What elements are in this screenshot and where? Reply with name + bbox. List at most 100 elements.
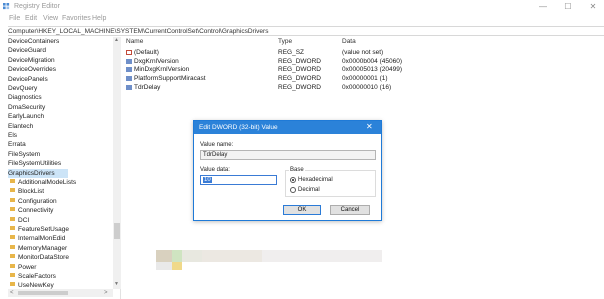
menu-favorites[interactable]: Favorites (62, 15, 91, 22)
menu-help[interactable]: Help (92, 15, 106, 22)
cancel-button[interactable]: Cancel (330, 205, 370, 215)
tree-item-label: ScaleFactors (18, 273, 56, 280)
close-button[interactable]: ✕ (582, 1, 604, 13)
value-data-label: Value data: (200, 167, 230, 173)
binary-value-icon (126, 58, 132, 64)
scroll-up-icon[interactable]: ▲ (114, 37, 119, 43)
dialog-title: Edit DWORD (32-bit) Value (199, 124, 278, 131)
tree-item-label: Configuration (18, 197, 57, 205)
folder-icon (10, 263, 15, 268)
tree-item[interactable]: MemoryManager (8, 244, 112, 253)
value-type: REG_DWORD (278, 75, 321, 83)
tree-item-label: DCI (18, 216, 30, 224)
blur-block (202, 250, 262, 262)
tree-item[interactable]: MonitorDataStore (8, 253, 112, 262)
folder-icon (10, 179, 15, 183)
menu-bar: File Edit View Favorites Help (0, 15, 604, 25)
column-header-name[interactable]: Name (126, 38, 143, 45)
blurred-region (156, 250, 604, 270)
blur-block (172, 250, 182, 262)
decimal-label[interactable]: Decimal (298, 187, 320, 193)
value-name-field: TdrDelay (200, 150, 376, 160)
tree-item[interactable]: Elantech (8, 122, 112, 131)
tree-item[interactable]: Errata (8, 140, 112, 149)
tree-item-label: DmaSecurity (8, 103, 46, 111)
scroll-left-icon[interactable]: < (10, 289, 14, 297)
tree-item-label: Errata (8, 141, 26, 149)
tree-item[interactable]: GraphicsDrivers (8, 168, 68, 178)
tree-item-label: DevQuery (8, 85, 38, 92)
value-data: 0x00000001 (1) (342, 75, 388, 83)
horizontal-scroll-thumb[interactable] (18, 291, 68, 295)
maximize-button[interactable]: ☐ (557, 1, 579, 13)
tree-item-label: DeviceContainers (8, 38, 60, 45)
value-row[interactable]: MinDxgKrnlVersion REG_DWORD 0x00005013 (20… (122, 65, 422, 74)
tree-horizontal-scrollbar[interactable]: < > (8, 289, 113, 297)
folder-icon (10, 197, 15, 202)
ok-button[interactable]: OK (283, 205, 321, 215)
scroll-thumb[interactable] (114, 223, 120, 239)
tree-item-label: MemoryManager (18, 244, 68, 252)
tree-item-label: DeviceOverrides (8, 66, 57, 74)
value-row[interactable]: TdrDelay REG_DWORD 0x00000010 (16) (122, 83, 422, 92)
tree-item[interactable]: DevQuery (8, 84, 112, 93)
tree-item-label: DevicePanels (8, 75, 48, 83)
value-data: (value not set) (342, 49, 384, 56)
tree-item[interactable]: FileSystem (8, 150, 112, 159)
value-row[interactable]: (Default) REG_SZ (value not set) (122, 48, 422, 57)
menu-edit[interactable]: Edit (25, 15, 37, 22)
tree-item[interactable]: DeviceOverrides (8, 65, 112, 74)
tree-item[interactable]: FileSystemUtilities (8, 159, 112, 168)
value-row[interactable]: DxgKrnlVersion REG_DWORD 0x0000b004 (45060… (122, 57, 422, 66)
tree-item[interactable]: Diagnostics (8, 93, 112, 102)
tree-item[interactable]: Els (8, 131, 112, 140)
column-header-data[interactable]: Data (342, 38, 356, 45)
tree-vertical-scrollbar[interactable]: ▲ ▼ (113, 37, 121, 289)
tree-item[interactable]: DeviceContainers (8, 37, 112, 46)
tree-item[interactable]: Configuration (8, 197, 112, 206)
tree-item[interactable]: AdditionalModeLists (8, 178, 112, 187)
value-data: 0x0000b004 (45060) (342, 57, 402, 65)
binary-value-icon (126, 84, 132, 90)
value-type: REG_DWORD (278, 66, 321, 74)
tree-item[interactable]: Connectivity (8, 206, 112, 215)
tree-item[interactable]: EarlyLaunch (8, 112, 112, 121)
binary-value-icon (126, 76, 132, 82)
folder-icon (10, 226, 15, 230)
hexadecimal-radio[interactable] (290, 177, 296, 183)
tree-item[interactable]: DevicePanels (8, 75, 112, 84)
tree-item-label: FileSystemUtilities (8, 160, 62, 168)
folder-icon (10, 282, 15, 287)
value-data-text: 10 (203, 177, 212, 183)
blur-block (182, 250, 202, 262)
value-data-field[interactable]: 10 (200, 175, 277, 185)
value-row[interactable]: PlatformSupportMiracast REG_DWORD 0x000000… (122, 74, 422, 83)
scroll-down-icon[interactable]: ▼ (114, 281, 119, 287)
tree-item[interactable]: DCI (8, 216, 112, 225)
value-data: 0x00000010 (16) (342, 83, 392, 91)
tree-item[interactable]: DeviceGuard (8, 46, 112, 55)
value-name: DxgKrnlVersion (134, 57, 179, 65)
tree-item[interactable]: BlockList (8, 187, 112, 196)
hexadecimal-label[interactable]: Hexadecimal (298, 177, 333, 183)
menu-view[interactable]: View (43, 15, 58, 22)
dialog-close-icon[interactable]: ✕ (366, 122, 373, 131)
minimize-button[interactable]: — (532, 1, 554, 13)
folder-icon (10, 235, 15, 240)
tree-item[interactable]: DmaSecurity (8, 103, 112, 112)
tree-item[interactable]: InternalMonEdid (8, 234, 112, 243)
tree-item[interactable]: ScaleFactors (8, 272, 112, 281)
tree-item-label: AdditionalModeLists (18, 179, 77, 186)
tree-item[interactable]: Power (8, 263, 112, 272)
tree-item-label: InternalMonEdid (18, 235, 66, 243)
tree-item[interactable]: FeatureSetUsage (8, 225, 112, 234)
decimal-radio[interactable] (290, 187, 296, 193)
column-header-type[interactable]: Type (278, 38, 292, 45)
menu-file[interactable]: File (9, 15, 20, 22)
tree-item-label: EarlyLaunch (8, 113, 45, 121)
address-bar[interactable]: Computer\HKEY_LOCAL_MACHINE\SYSTEM\Curre… (8, 26, 604, 36)
scroll-right-icon[interactable]: > (104, 289, 108, 297)
tree-item[interactable]: DeviceMigration (8, 56, 112, 65)
folder-icon (10, 273, 15, 277)
tree-item-label: Connectivity (18, 207, 54, 215)
